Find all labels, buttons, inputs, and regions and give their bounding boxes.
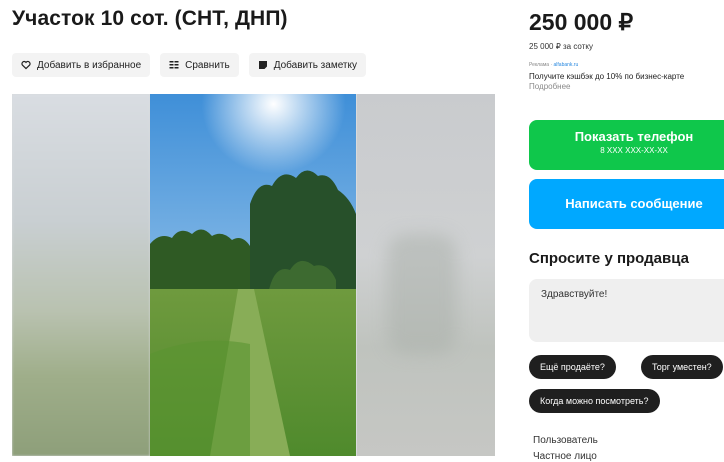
add-to-favorites-button[interactable]: Добавить в избранное	[12, 53, 151, 77]
write-message-label: Написать сообщение	[565, 196, 703, 211]
phone-mask: 8 XXX XXX-XX-XX	[600, 146, 668, 155]
compare-label: Сравнить	[185, 59, 230, 71]
previous-photo-preview[interactable]	[12, 94, 150, 456]
next-photo-preview[interactable]	[357, 94, 495, 456]
ad-label-text: Реклама ·	[529, 62, 553, 68]
write-message-button[interactable]: Написать сообщение	[529, 179, 724, 229]
ad-banner[interactable]: Получите кэшбэк до 10% по бизнес-карте П…	[529, 72, 719, 92]
show-phone-label: Показать телефон	[574, 129, 694, 144]
price-per-sotka: 25 000 ₽ за сотку	[529, 42, 593, 51]
price: 250 000 ₽	[529, 9, 634, 35]
seller-label: Пользователь	[533, 435, 598, 446]
compare-button[interactable]: Сравнить	[160, 53, 239, 77]
ad-text: Получите кэшбэк до 10% по бизнес-карте	[529, 72, 685, 81]
quick-question-bargain[interactable]: Торг уместен?	[641, 355, 723, 379]
seller-type: Частное лицо	[533, 451, 597, 462]
ad-more-link[interactable]: Подробнее	[529, 82, 571, 91]
listing-title: Участок 10 сот. (СНТ, ДНП)	[12, 7, 288, 30]
ad-label: Реклама · alfabank.ru	[529, 62, 578, 68]
main-photo[interactable]	[150, 94, 356, 456]
photo-gallery[interactable]	[12, 94, 495, 456]
favorite-label: Добавить в избранное	[37, 59, 142, 71]
ask-seller-title: Спросите у продавца	[529, 250, 689, 267]
show-phone-button[interactable]: Показать телефон 8 XXX XXX-XX-XX	[529, 120, 724, 170]
add-note-button[interactable]: Добавить заметку	[248, 53, 366, 77]
quick-question-when-to-view[interactable]: Когда можно посмотреть?	[529, 389, 660, 413]
compare-icon	[169, 61, 179, 69]
listing-actions: Добавить в избранное Сравнить Добавить з…	[12, 53, 366, 77]
note-label: Добавить заметку	[273, 59, 357, 71]
heart-icon	[21, 60, 31, 70]
note-icon	[258, 61, 267, 69]
ad-domain-link[interactable]: alfabank.ru	[554, 62, 579, 68]
ask-seller-message-input[interactable]: Здравствуйте!	[529, 279, 724, 342]
quick-question-still-selling[interactable]: Ещё продаёте?	[529, 355, 616, 379]
